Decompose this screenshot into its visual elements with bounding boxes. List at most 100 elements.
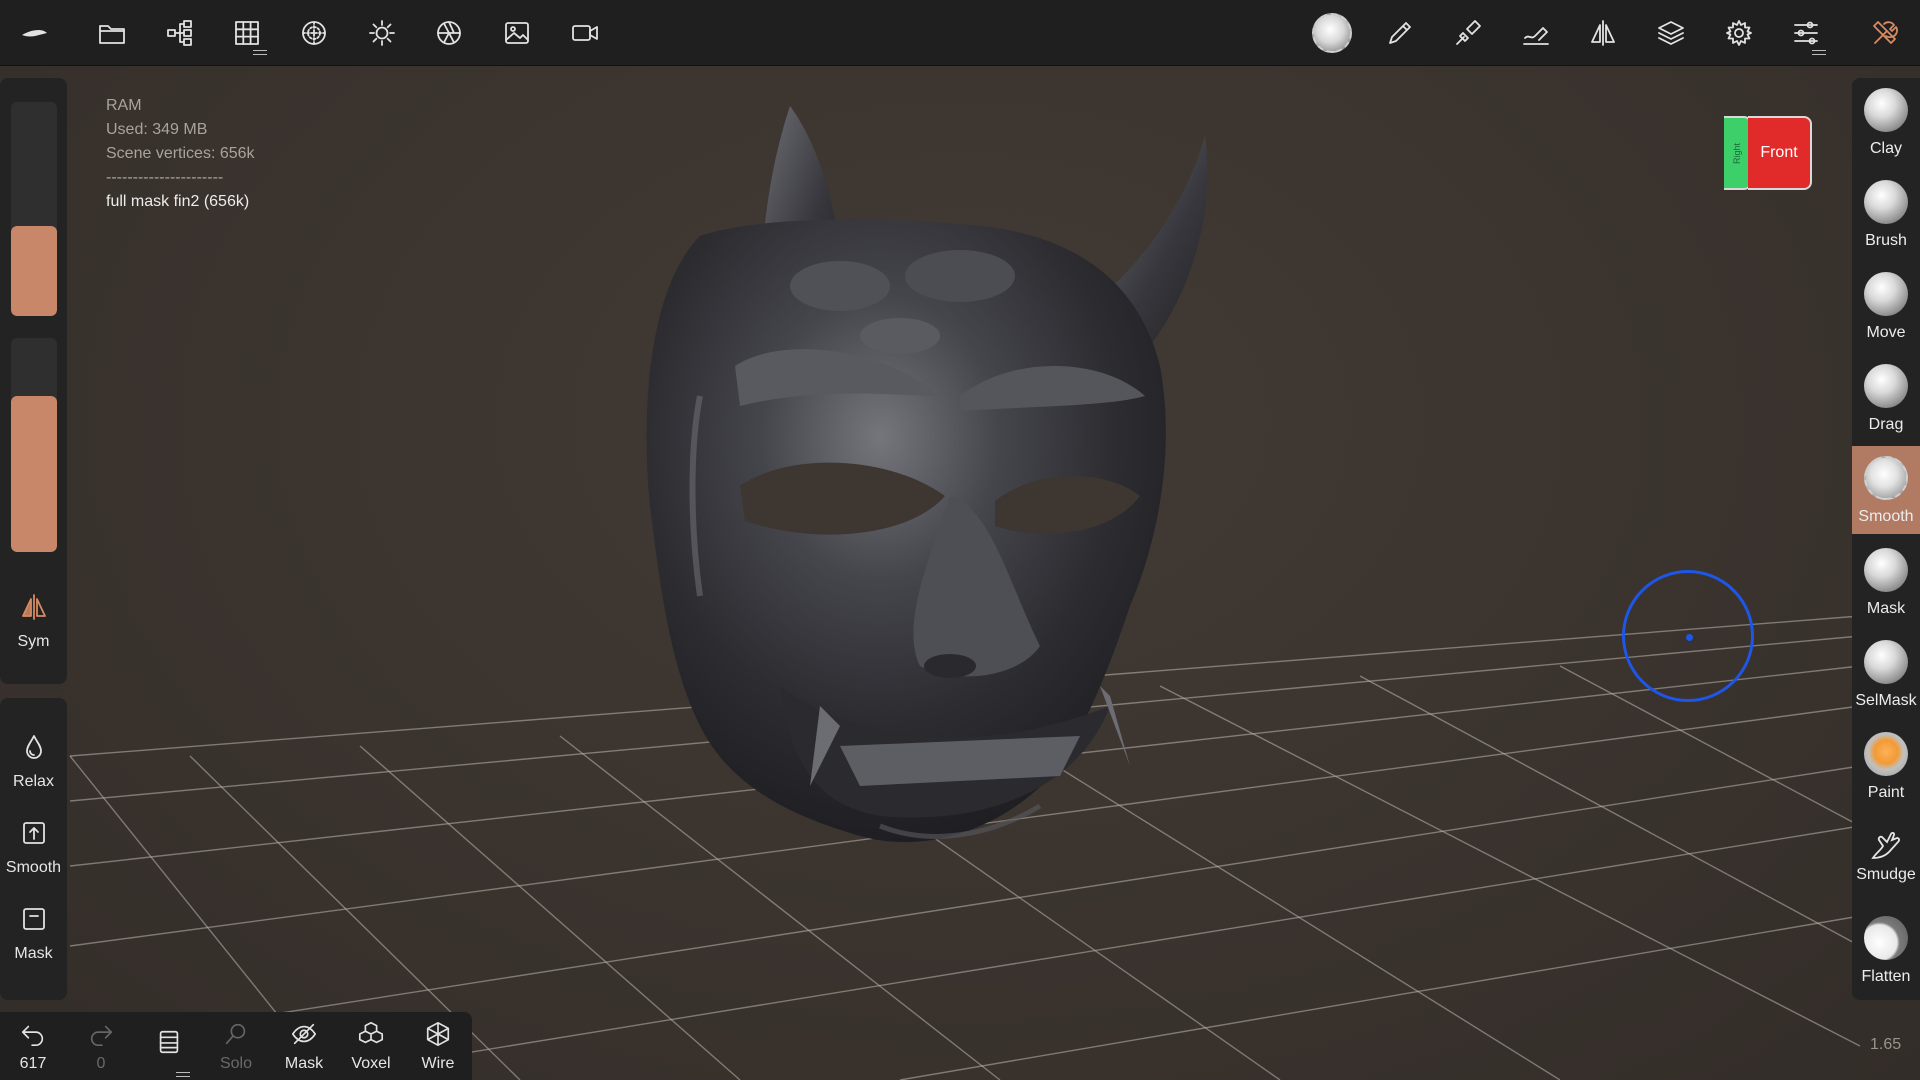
tool-mask[interactable]: Mask	[1852, 538, 1920, 626]
mask-visibility-button[interactable]: Mask	[273, 1020, 335, 1073]
move-sphere-icon	[1864, 272, 1908, 316]
pen-settings-icon[interactable]	[1514, 11, 1558, 55]
relax-label: Relax	[13, 773, 54, 790]
tool-flatten-label: Flatten	[1861, 968, 1911, 985]
brush-alpha-icon[interactable]	[1310, 11, 1354, 55]
sliders-icon[interactable]	[1784, 11, 1828, 55]
wireframe-icon	[426, 1021, 450, 1047]
tool-drag[interactable]: Drag	[1852, 354, 1920, 442]
scene-tree-icon[interactable]	[158, 11, 202, 55]
redo-count: 0	[96, 1055, 106, 1072]
tool-brush[interactable]: Brush	[1852, 170, 1920, 258]
sym-label: Sym	[17, 633, 50, 650]
solo-search-icon	[225, 1023, 246, 1045]
mask-model	[646, 106, 1208, 843]
tool-move-label: Move	[1866, 324, 1906, 341]
tool-palette: Clay Brush Move Drag Smooth Mask SelMask…	[1852, 78, 1920, 1000]
layers-icon[interactable]	[1649, 11, 1693, 55]
ram-label: RAM	[106, 97, 142, 114]
painting-brush-icon[interactable]	[1446, 11, 1490, 55]
lighting-sun-icon[interactable]	[360, 11, 404, 55]
app-logo-icon[interactable]	[12, 11, 56, 55]
relax-button[interactable]: Relax	[0, 732, 67, 791]
voxel-label: Voxel	[351, 1055, 391, 1072]
solo-button[interactable]: Solo	[205, 1020, 267, 1073]
tool-flatten[interactable]: Flatten	[1852, 906, 1920, 994]
tool-mask-label: Mask	[1866, 600, 1906, 617]
tool-move[interactable]: Move	[1852, 262, 1920, 350]
smooth-button[interactable]: Smooth	[0, 818, 67, 877]
brush-radius-cursor	[1622, 570, 1754, 702]
video-camera-icon[interactable]	[563, 11, 607, 55]
bottom-toolbar: 617 0 Solo Mask Voxel Wire	[0, 1012, 472, 1080]
paint-sphere-icon	[1864, 732, 1908, 776]
tool-brush-label: Brush	[1865, 232, 1907, 249]
eye-off-icon	[291, 1023, 317, 1045]
wireframe-button[interactable]: Wire	[407, 1020, 469, 1073]
intensity-slider[interactable]	[11, 338, 57, 552]
mask-button[interactable]: Mask	[0, 904, 67, 963]
tool-clay[interactable]: Clay	[1852, 78, 1920, 166]
undo-button[interactable]: 617	[2, 1020, 64, 1073]
background-image-icon[interactable]	[495, 11, 539, 55]
tool-clay-label: Clay	[1869, 140, 1902, 157]
selmask-sphere-icon	[1864, 640, 1908, 684]
tool-smooth-label: Smooth	[1858, 508, 1914, 525]
zoom-level: 1.65	[1870, 1036, 1902, 1053]
view-cube[interactable]: Right Front	[1722, 116, 1812, 190]
undo-icon	[21, 1025, 44, 1047]
3d-viewport[interactable]	[0, 66, 1920, 1080]
mask-visibility-label: Mask	[284, 1055, 324, 1072]
droplet-icon	[25, 735, 42, 759]
redo-button[interactable]: 0	[70, 1020, 132, 1073]
intensity-slider-fill	[11, 395, 57, 552]
folder-icon[interactable]	[90, 11, 134, 55]
wireframe-label: Wire	[421, 1055, 455, 1072]
history-submenu-indicator	[176, 1072, 190, 1077]
tool-smooth[interactable]: Smooth	[1852, 446, 1920, 534]
mask-box-icon	[22, 908, 45, 930]
history-list-icon	[159, 1030, 179, 1054]
tool-smudge-label: Smudge	[1856, 866, 1916, 883]
smooth-box-icon	[22, 822, 45, 844]
topology-grid-icon[interactable]	[225, 11, 269, 55]
flatten-sphere-icon	[1864, 916, 1908, 960]
scene-vertices: Scene vertices: 656k	[106, 145, 255, 162]
undo-count: 617	[19, 1055, 47, 1072]
tool-paint-label: Paint	[1867, 784, 1905, 801]
mask-sphere-icon	[1864, 548, 1908, 592]
settings-gear-icon[interactable]	[1717, 11, 1761, 55]
info-separator: ----------------------	[106, 169, 224, 186]
brush-sphere-icon	[1864, 180, 1908, 224]
tool-selmask[interactable]: SelMask	[1852, 630, 1920, 718]
smudge-finger-icon	[1871, 832, 1900, 859]
radius-slider[interactable]	[11, 102, 57, 316]
tool-drag-label: Drag	[1868, 416, 1904, 433]
symmetry-icon[interactable]	[1581, 11, 1625, 55]
tool-paint[interactable]: Paint	[1852, 722, 1920, 810]
tool-smudge[interactable]: Smudge	[1852, 814, 1920, 902]
brush-center-dot	[1686, 634, 1693, 641]
drag-sphere-icon	[1864, 364, 1908, 408]
history-button[interactable]	[138, 1028, 200, 1077]
camera-aperture-icon[interactable]	[427, 11, 471, 55]
scene-info-overlay: RAM Used: 349 MB Scene vertices: 656k --…	[106, 94, 255, 214]
solo-label: Solo	[219, 1055, 253, 1072]
voxel-button[interactable]: Voxel	[340, 1020, 402, 1073]
tools-wrench-icon[interactable]	[1863, 11, 1907, 55]
stroke-pen-icon[interactable]	[1378, 11, 1422, 55]
sym-button[interactable]: Sym	[0, 592, 67, 651]
voxel-cubes-icon	[358, 1021, 384, 1044]
left-slider-panel: Sym	[0, 78, 67, 684]
mask-label: Mask	[14, 945, 53, 962]
top-toolbar	[0, 0, 1920, 66]
symmetry-toggle-icon	[21, 594, 46, 620]
radius-slider-fill	[11, 226, 57, 316]
ram-used: Used: 349 MB	[106, 121, 208, 138]
redo-icon	[90, 1025, 113, 1047]
mesh-name: full mask fin2 (656k)	[106, 193, 250, 210]
view-cube-front-face[interactable]: Front	[1748, 116, 1812, 190]
scene-canvas[interactable]	[0, 66, 1920, 1080]
left-quick-actions: Relax Smooth Mask	[0, 698, 67, 1000]
material-sphere-icon[interactable]	[292, 11, 336, 55]
